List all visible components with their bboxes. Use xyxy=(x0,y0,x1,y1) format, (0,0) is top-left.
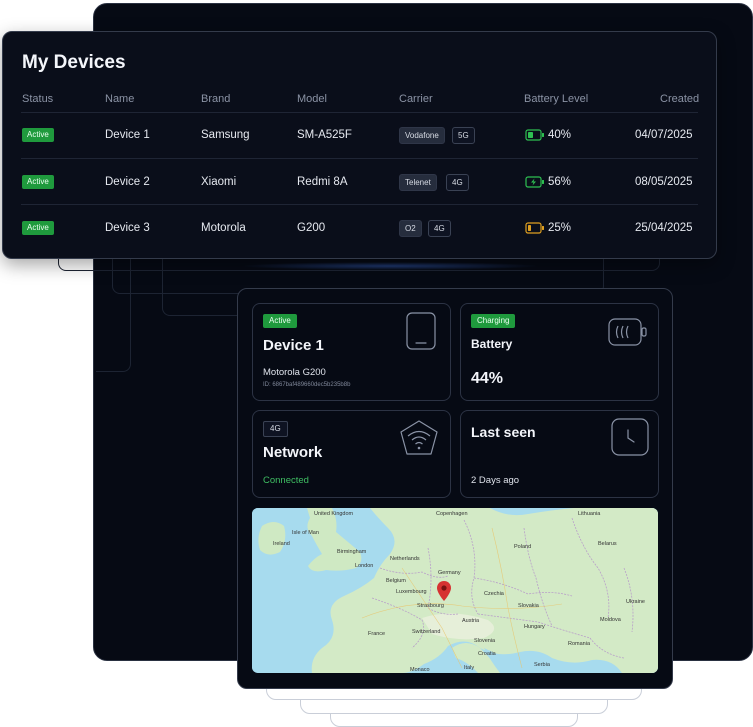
battery-tile[interactable]: Charging Battery 44% xyxy=(460,303,659,401)
map-label: Lithuania xyxy=(578,511,601,517)
map-label: Poland xyxy=(514,544,532,550)
map-label: Monaco xyxy=(410,667,430,673)
smartphone-icon xyxy=(406,312,436,350)
map-label: France xyxy=(368,631,386,637)
device-brand: Samsung xyxy=(201,129,250,141)
device-title: Device 1 xyxy=(263,337,324,354)
carrier-tag: Telenet xyxy=(399,174,437,191)
battery-level: 56% xyxy=(548,176,572,188)
device-info-tile[interactable]: Active Device 1 Motorola G200 ID: 6867ba… xyxy=(252,303,451,401)
carrier-tag: Vodafone xyxy=(399,127,445,144)
map-label: London xyxy=(355,563,374,569)
battery-value: 44% xyxy=(471,370,504,387)
column-header-model[interactable]: Model xyxy=(297,93,327,105)
header-divider xyxy=(21,112,698,113)
column-header-carrier[interactable]: Carrier xyxy=(399,93,433,105)
map-label: Austria xyxy=(462,618,480,624)
network-badge: 4G xyxy=(263,421,288,437)
status-badge: Active xyxy=(22,221,54,235)
map-label: Romania xyxy=(568,641,591,647)
map-label: Czechia xyxy=(484,591,504,597)
column-header-brand[interactable]: Brand xyxy=(201,93,230,105)
column-header-created[interactable]: Created xyxy=(660,93,699,105)
map-label: Birmingham xyxy=(337,549,367,555)
devices-title: My Devices xyxy=(22,52,126,73)
map-label: Hungary xyxy=(524,624,545,630)
battery-icon xyxy=(525,129,544,141)
network-status: Connected xyxy=(263,475,309,486)
map-label: Slovakia xyxy=(518,603,539,609)
map-label: Isle of Man xyxy=(292,530,319,536)
map-label: Slovenia xyxy=(474,638,496,644)
map-label: Serbia xyxy=(534,662,550,668)
row-divider xyxy=(21,204,698,205)
map-label: Ireland xyxy=(273,541,290,547)
device-model: Redmi 8A xyxy=(297,176,348,188)
decorative-outline xyxy=(96,255,131,372)
device-brand: Xiaomi xyxy=(201,176,237,188)
device-id: ID: 6867baf489660dec5b235b8b xyxy=(263,382,351,388)
device-brand: Motorola xyxy=(201,222,246,234)
created-date: 04/07/2025 xyxy=(635,129,693,141)
device-detail-card: Active Device 1 Motorola G200 ID: 6867ba… xyxy=(237,288,673,689)
status-badge: Active xyxy=(263,314,297,328)
network-title: Network xyxy=(263,444,323,461)
map-label: Moldova xyxy=(600,617,621,623)
battery-charging-icon xyxy=(608,318,647,346)
created-date: 08/05/2025 xyxy=(635,176,693,188)
battery-charging-icon xyxy=(525,176,544,188)
column-header-battery[interactable]: Battery Level xyxy=(524,93,588,105)
device-model: Motorola G200 xyxy=(263,367,326,378)
clock-icon xyxy=(611,418,649,456)
map-pin-icon[interactable] xyxy=(437,581,451,601)
network-tag: 4G xyxy=(428,220,451,237)
glow-effect xyxy=(240,262,540,270)
battery-level: 25% xyxy=(548,222,572,234)
map-label: Croatia xyxy=(478,651,496,657)
devices-table-card: My Devices Status Name Brand Model Carri… xyxy=(2,31,717,259)
map-label: Netherlands xyxy=(390,556,420,562)
battery-title: Battery xyxy=(471,337,513,351)
battery-level: 40% xyxy=(548,129,572,141)
last-seen-value: 2 Days ago xyxy=(471,475,520,486)
map-label: Switzerland xyxy=(412,629,441,635)
device-model: G200 xyxy=(297,222,326,234)
status-badge: Active xyxy=(22,128,54,142)
map-label: Belgium xyxy=(386,578,406,584)
device-name: Device 1 xyxy=(105,129,150,141)
map-label: Luxembourg xyxy=(396,589,427,595)
map-label: Ukraine xyxy=(626,599,645,605)
map-label: Italy xyxy=(464,665,475,671)
map-label: Belarus xyxy=(598,541,617,547)
last-seen-tile[interactable]: Last seen 2 Days ago xyxy=(460,410,659,498)
decorative-outline xyxy=(162,255,243,316)
carrier-tag: O2 xyxy=(399,220,422,237)
battery-low-icon xyxy=(525,222,544,234)
device-name: Device 3 xyxy=(105,222,150,234)
status-badge: Active xyxy=(22,175,54,189)
last-seen-title: Last seen xyxy=(471,424,536,440)
network-tag: 5G xyxy=(452,127,475,144)
location-map[interactable]: United Kingdom Isle of Man Ireland Birmi… xyxy=(252,508,658,673)
column-header-name[interactable]: Name xyxy=(105,93,134,105)
network-tile[interactable]: 4G Network Connected xyxy=(252,410,451,498)
charging-badge: Charging xyxy=(471,314,516,328)
map-label: Strasbourg xyxy=(417,603,444,609)
network-tag: 4G xyxy=(446,174,469,191)
device-model: SM-A525F xyxy=(297,129,352,141)
map-label: Germany xyxy=(438,570,461,576)
device-name: Device 2 xyxy=(105,176,150,188)
map-label: United Kingdom xyxy=(314,511,354,517)
row-divider xyxy=(21,158,698,159)
column-header-status[interactable]: Status xyxy=(22,93,53,105)
wifi-icon xyxy=(400,420,438,455)
map-label: Copenhagen xyxy=(436,511,468,517)
created-date: 25/04/2025 xyxy=(635,222,693,234)
